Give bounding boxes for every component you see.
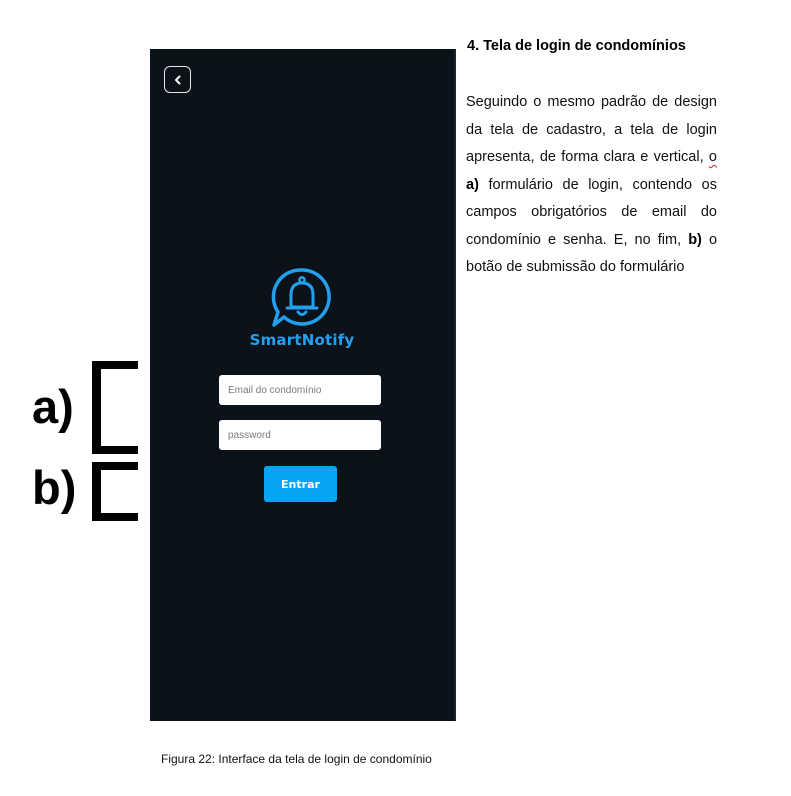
ref-b: b) (688, 231, 702, 248)
chevron-left-icon (174, 75, 180, 84)
password-field[interactable] (219, 420, 381, 450)
annotation-b-bracket (92, 462, 138, 521)
submit-button[interactable]: Entrar (264, 466, 337, 502)
app-screenshot: SmartNotify Entrar (150, 49, 454, 721)
figure-caption: Figura 22: Interface da tela de login de… (161, 752, 432, 766)
annotation-a-bracket (92, 361, 138, 454)
back-button[interactable] (164, 66, 191, 93)
brand-logo: SmartNotify (150, 267, 454, 349)
spellcheck-word: o (708, 149, 717, 165)
ref-a: a) (466, 176, 479, 193)
brand-name: SmartNotify (249, 331, 355, 349)
section-title: 4. Tela de login de condomínios (467, 38, 686, 54)
body-paragraph: Seguindo o mesmo padrão de design da tel… (466, 94, 718, 275)
email-field[interactable] (219, 375, 381, 405)
bell-chat-icon (271, 268, 331, 327)
annotation-b-label: b) (32, 461, 77, 514)
annotation-a-label: a) (32, 380, 74, 433)
